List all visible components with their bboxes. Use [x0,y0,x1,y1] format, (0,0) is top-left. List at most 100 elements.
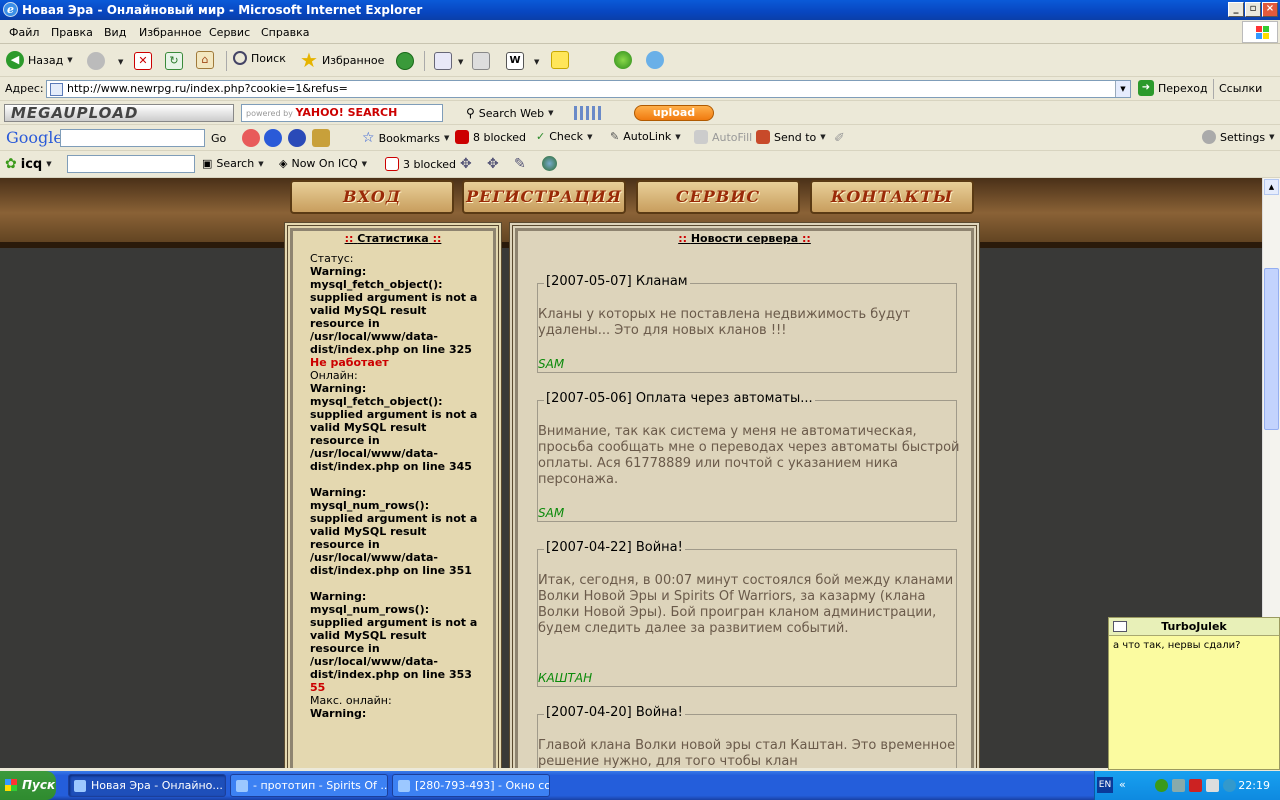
icq-search-button[interactable]: ▣ Search ▼ [202,157,264,170]
google-go-button[interactable]: Go [211,132,226,145]
google-images-icon[interactable] [288,129,306,147]
back-button[interactable]: ◀ Назад ▼ [6,51,73,69]
windows-logo-icon [1242,21,1278,43]
google-news-icon[interactable] [264,129,282,147]
megaupload-logo[interactable]: MEGAUPLOAD [4,104,234,122]
google-search-input[interactable] [60,129,205,147]
back-label: Назад [28,53,64,67]
search-label: Поиск [251,51,286,65]
favorites-button[interactable]: ★ Избранное [300,50,385,70]
update-tray-icon[interactable] [1223,779,1236,792]
favorites-label: Избранное [321,53,385,67]
scroll-thumb[interactable] [1264,268,1279,430]
now-on-icq-button[interactable]: ◈ Now On ICQ ▼ [279,157,367,170]
icq-search-input[interactable] [67,155,195,173]
google-groups-icon[interactable] [312,129,330,147]
news-item: [2007-05-07] Кланам Кланы у которых не п… [537,274,957,373]
pen-icon[interactable]: ✎ [514,156,526,172]
minimize-button[interactable]: _ [1228,2,1244,17]
news-author: SAM [538,357,565,371]
start-button[interactable]: Пуск [0,771,56,800]
news-body: Внимание, так как система у меня не авто… [538,424,960,487]
page-icon [50,83,63,96]
notes-icon[interactable] [551,51,569,69]
search-button[interactable]: Поиск [233,51,286,65]
icq-tray-icon[interactable] [1155,779,1168,792]
autofill-button[interactable]: AutoFill [694,130,752,144]
bookmarks-button[interactable]: ☆ Bookmarks ▼ [362,130,449,146]
mail-icon[interactable] [434,52,452,70]
links-button[interactable]: Ссылки [1219,82,1262,95]
pagerank-icon[interactable] [242,129,260,147]
history-icon[interactable] [396,52,414,70]
search-web-button[interactable]: ⚲ Search Web ▼ [466,106,553,120]
news-item: [2007-04-22] Война! Итак, сегодня, в 00:… [537,540,957,687]
stats-panel: :: Статистика :: Статус: Warning: mysql_… [284,222,502,768]
popup-blocked-button[interactable]: 8 blocked [455,130,526,144]
task-button-prototype[interactable]: - прототип - Spirits Of ... [230,774,388,797]
menu-favorites[interactable]: Избранное [139,26,201,39]
send-to-button[interactable]: Send to ▼ [756,130,826,144]
menu-help[interactable]: Справка [261,26,309,39]
nav-contacts[interactable]: КОНТАКТЫ [810,180,974,214]
address-dropdown[interactable]: ▼ [1115,81,1130,97]
home-icon[interactable]: ⌂ [196,51,214,69]
status-label: Статус: [310,252,354,265]
yahoo-logo: YAHOO! SEARCH [295,106,398,119]
news-headline: [2007-04-22] Война! [544,540,685,555]
scroll-up-button[interactable]: ▲ [1264,179,1279,195]
language-indicator[interactable]: EN [1097,777,1113,793]
security-tray-icon[interactable] [1189,779,1202,792]
maximize-button[interactable]: ▫ [1245,2,1261,17]
volume-tray-icon[interactable] [1206,779,1219,792]
globe-icon[interactable] [542,156,557,171]
news-body: Кланы у которых не поставлена недвижимос… [538,307,911,338]
news-title: :: Новости сервера :: [678,232,811,245]
print-icon[interactable] [472,52,490,70]
google-logo[interactable]: Google [6,128,63,147]
tray-expand-button[interactable]: « [1119,778,1126,791]
menu-file[interactable]: Файл [9,26,39,39]
address-label: Адрес: [5,82,44,95]
spellcheck-button[interactable]: ✓ Check ▼ [536,130,592,143]
yahoo-search-input[interactable]: powered by YAHOO! SEARCH [241,104,443,122]
nav-register[interactable]: РЕГИСТРАЦИЯ [462,180,626,214]
stop-icon[interactable]: ✕ [134,52,152,70]
highlighter-icon[interactable]: ✐ [834,131,845,146]
search-web-icon: ⚲ [466,106,475,120]
web-page: ВХОД РЕГИСТРАЦИЯ СЕРВИС КОНТАКТЫ :: Стат… [0,178,1262,768]
news-headline: [2007-05-06] Оплата через автоматы... [544,391,815,406]
nav-login[interactable]: ВХОД [290,180,454,214]
spellcheck-icon: ✓ [536,130,546,143]
move-icon[interactable]: ✥ [460,156,472,172]
news-headline: [2007-04-20] Война! [544,705,685,720]
network-tray-icon[interactable] [1172,779,1185,792]
messenger-icon[interactable] [646,51,664,69]
go-button[interactable]: ➜ Переход [1138,80,1208,96]
icq-search-icon: ▣ [202,157,213,170]
menu-edit[interactable]: Правка [51,26,93,39]
icq-logo-button[interactable]: ✿ icq ▼ [5,156,52,172]
send-to-label: Send to [774,130,817,144]
resize-icon[interactable]: ✥ [487,156,499,172]
chat-sender: TurboJulek [1109,618,1279,636]
menu-view[interactable]: Вид [104,26,126,39]
menu-tools[interactable]: Сервис [209,26,250,39]
task-button-ie[interactable]: Новая Эра - Онлайно... [68,774,226,797]
icq-message-popup[interactable]: TurboJulek а что так, нервы сдали? [1108,617,1280,770]
icq-flower-icon[interactable] [614,51,632,69]
close-button[interactable]: × [1262,2,1278,17]
forward-arrow-icon[interactable] [87,52,105,70]
autolink-button[interactable]: ✎ AutoLink ▼ [610,130,681,143]
bookmarks-star-icon: ☆ [362,130,375,146]
nav-service[interactable]: СЕРВИС [636,180,800,214]
settings-button[interactable]: Settings ▼ [1202,130,1275,144]
task-button-chat[interactable]: [280-793-493] - Окно со... [392,774,550,797]
stats-content: Статус: Warning: mysql_fetch_object(): s… [310,252,480,720]
upload-button[interactable]: upload [634,105,714,121]
refresh-icon[interactable]: ↻ [165,52,183,70]
word-edit-icon[interactable]: W [506,52,524,70]
clock[interactable]: 22:19 [1238,779,1270,792]
address-input[interactable]: http://www.newrpg.ru/index.php?cookie=1&… [46,80,1131,98]
icq-blocked-button[interactable]: 3 blocked [385,157,456,171]
